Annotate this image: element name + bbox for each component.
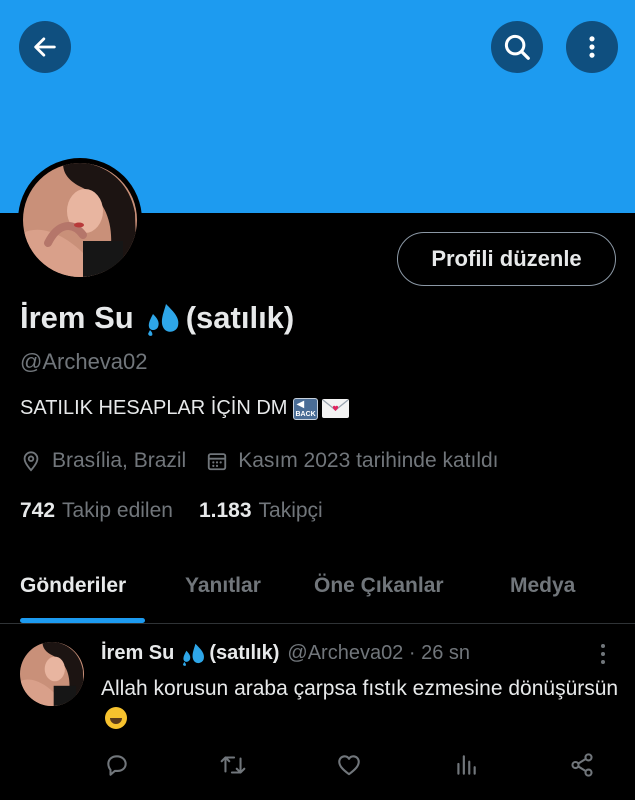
sweat-droplets-icon	[147, 304, 179, 336]
profile-location: Brasília, Brazil	[52, 449, 187, 472]
tab-posts[interactable]: Gönderiler	[20, 574, 126, 598]
following-label[interactable]: Takip edilen	[62, 499, 173, 523]
profile-avatar-frame[interactable]	[18, 158, 142, 282]
share-button[interactable]	[569, 752, 595, 783]
profile-name: İrem Su (satılık)	[20, 300, 294, 336]
tweet-header: İrem Su (satılık) @Archeva02 · 26 sn	[101, 641, 470, 666]
retweet-button[interactable]	[219, 752, 247, 783]
retweet-icon	[220, 756, 246, 774]
tab-replies[interactable]: Yanıtlar	[185, 574, 261, 598]
love-letter-emoji	[322, 399, 350, 418]
active-tab-indicator	[20, 618, 145, 623]
back-arrow-emoji: ◀ BACK	[293, 397, 319, 420]
reply-button[interactable]	[104, 752, 130, 783]
search-icon	[504, 34, 530, 60]
followers-label[interactable]: Takipçi	[259, 499, 323, 523]
calendar-icon	[208, 453, 227, 471]
like-icon	[338, 755, 360, 776]
arrow-left-icon	[34, 37, 56, 57]
more-vertical-icon	[589, 36, 595, 58]
sweat-droplets-icon	[183, 643, 205, 666]
tweet-author-name[interactable]: İrem Su (satılık)	[101, 641, 279, 666]
edit-profile-button[interactable]: Profili düzenle	[397, 232, 616, 286]
tab-highlights[interactable]: Öne Çıkanlar	[314, 574, 444, 598]
views-button[interactable]	[453, 752, 479, 783]
avatar-photo	[23, 163, 137, 277]
tab-media[interactable]: Medya	[510, 574, 575, 598]
location-icon	[23, 451, 39, 472]
profile-bio: SATILIK HESAPLAR İÇİN DM ◀ BACK	[20, 397, 350, 420]
profile-tabs: Gönderiler Yanıtlar Öne Çıkanlar Medya	[0, 560, 635, 624]
profile-name-text: İrem Su	[20, 300, 134, 335]
tweet-more-button[interactable]	[596, 643, 610, 670]
search-button[interactable]	[491, 21, 543, 73]
profile-name-suffix: (satılık)	[185, 300, 295, 335]
like-button[interactable]	[336, 752, 362, 783]
bio-text: SATILIK HESAPLAR İÇİN DM	[20, 397, 288, 419]
more-options-button[interactable]	[566, 21, 618, 73]
more-vertical-icon	[601, 644, 605, 664]
tweet-avatar[interactable]	[20, 642, 84, 706]
back-button[interactable]	[19, 21, 71, 73]
following-count[interactable]: 742	[20, 499, 55, 523]
profile-meta: Brasília, Brazil Kasım 2023 tarihinde ka…	[20, 449, 499, 473]
tweet-meta: @Archeva02 · 26 sn	[287, 642, 471, 664]
followers-count[interactable]: 1.183	[199, 499, 252, 523]
tweet-avatar-photo	[20, 642, 84, 706]
follow-stats: 742 Takip edilen 1.183 Takipçi	[20, 499, 323, 523]
profile-handle: @Archeva02	[20, 349, 148, 374]
reply-icon	[107, 755, 127, 776]
profile-joined-date: Kasım 2023 tarihinde katıldı	[238, 449, 499, 472]
views-icon	[457, 755, 476, 775]
tweet-text: Allah korusun araba çarpsa fıstık ezmesi…	[101, 673, 621, 735]
profile-avatar[interactable]	[23, 163, 137, 277]
share-icon	[571, 753, 593, 777]
tears-of-joy-emoji	[105, 707, 127, 729]
